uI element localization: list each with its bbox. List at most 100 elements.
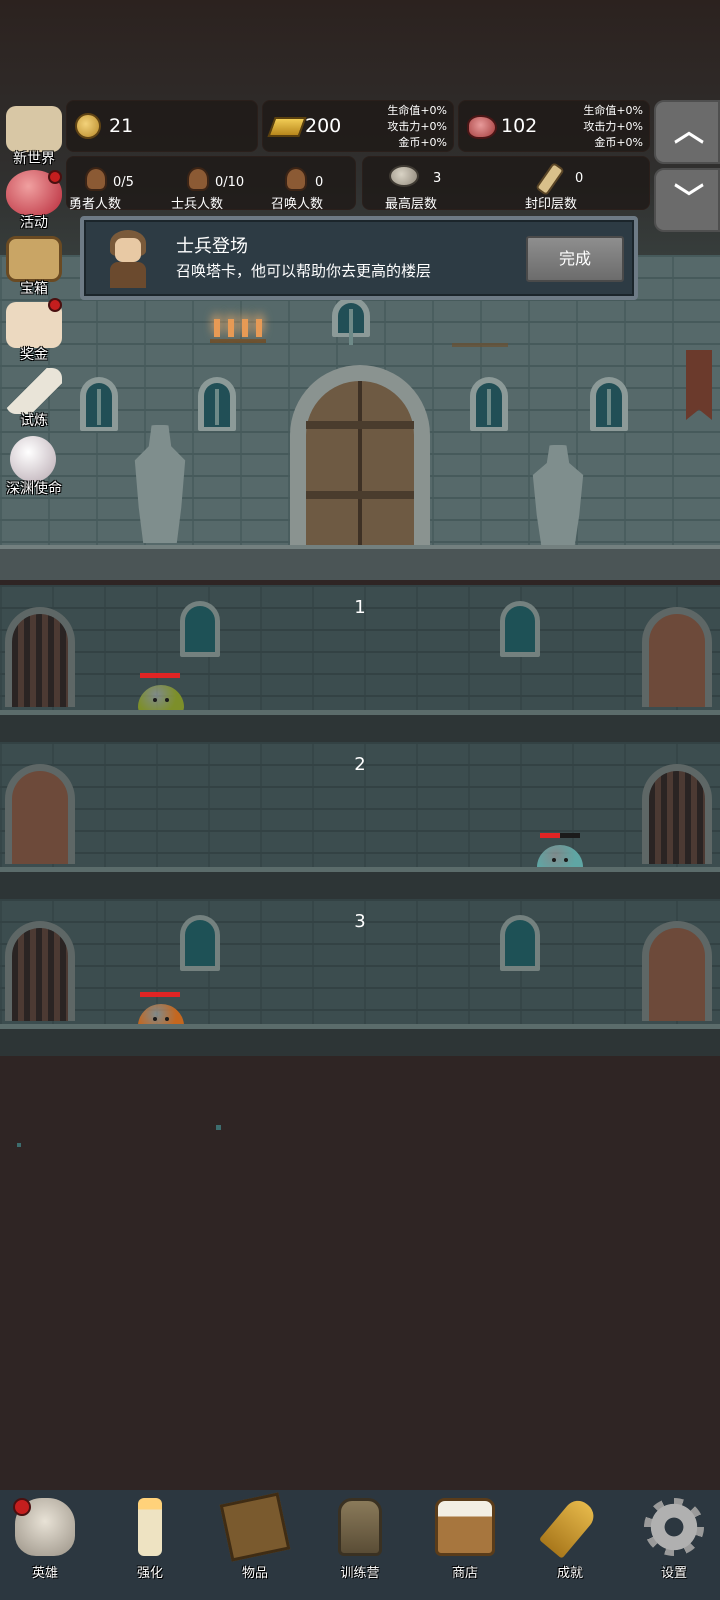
slime-hp-bar — [140, 992, 180, 997]
meat-bonus-list: 生命值+0% 攻击力+0% 金币+0% — [583, 103, 643, 151]
key-icon — [538, 1495, 600, 1559]
bonus-coin: 金币+0% — [594, 136, 643, 149]
tower-floor[interactable]: 2 — [0, 742, 720, 899]
highest-floor-label: 最高层数 — [385, 197, 438, 212]
treasure-chest-icon — [6, 236, 62, 282]
nav-enhance[interactable]: 强化 — [100, 1490, 200, 1600]
soldier-head-icon — [187, 167, 209, 191]
chevron-up-icon: ︿ — [674, 114, 704, 149]
castle-window — [198, 377, 236, 431]
castle-window — [590, 377, 628, 431]
wooden-door — [5, 764, 75, 864]
side-menu-events[interactable]: 活动 — [0, 168, 68, 232]
castle-door[interactable] — [290, 365, 430, 550]
side-menu-trial[interactable]: 试炼 — [0, 366, 68, 430]
hero-head-icon — [85, 167, 107, 191]
bonus-attack: 攻击力+0% — [583, 120, 643, 133]
lantern-icon — [338, 1498, 382, 1556]
soldier-avatar — [104, 230, 152, 288]
dust-particle — [17, 1143, 21, 1147]
quest-banner: 士兵登场 召唤塔卡，他可以帮助你去更高的楼层 完成 — [80, 216, 638, 300]
castle-window — [470, 377, 508, 431]
side-menu-bonus[interactable]: 奖金 — [0, 298, 68, 364]
nav-heroes[interactable]: 英雄 — [0, 1490, 95, 1600]
nav-label: 成就 — [556, 1566, 583, 1581]
side-menu-treasure[interactable]: 宝箱 — [0, 234, 68, 298]
pearl-icon — [10, 436, 56, 482]
feather-icon — [6, 368, 62, 414]
floor-ledge — [0, 710, 720, 742]
floor-number: 3 — [354, 911, 366, 932]
nav-label: 强化 — [136, 1566, 163, 1581]
floor-window — [500, 915, 540, 971]
bonus-hp: 生命值+0% — [387, 104, 447, 117]
sealed-floor-value: 0 — [575, 171, 584, 186]
quest-complete-button[interactable]: 完成 — [526, 236, 624, 282]
bonus-coin: 金币+0% — [398, 136, 447, 149]
slime-hp-fill — [140, 673, 180, 678]
nav-settings[interactable]: 设置 — [624, 1490, 720, 1600]
iron-gate — [642, 764, 712, 864]
scroll-icon — [535, 161, 565, 197]
quest-description: 召唤塔卡，他可以帮助你去更高的楼层 — [176, 262, 432, 280]
nav-label: 训练营 — [340, 1566, 380, 1581]
soldier-count-label: 士兵人数 — [171, 197, 224, 212]
floor-window — [180, 601, 220, 657]
nav-label: 商店 — [451, 1566, 478, 1581]
meat-count: 102 — [501, 115, 538, 137]
meat-icon — [467, 115, 497, 139]
coin-panel: 21 — [66, 100, 258, 152]
nav-label: 设置 — [660, 1566, 687, 1581]
slime-hp-bar — [140, 673, 180, 678]
summon-head-icon — [285, 167, 307, 191]
gold-bonus-list: 生命值+0% 攻击力+0% 金币+0% — [387, 103, 447, 151]
hero-count-label: 勇者人数 — [69, 197, 122, 212]
castle-floor — [0, 545, 720, 580]
rock-icon — [389, 165, 419, 187]
floor-ledge — [0, 1024, 720, 1056]
unit-stats-panel: 0/5 勇者人数 0/10 士兵人数 0 召唤人数 — [66, 156, 356, 212]
tower-floor[interactable]: 1 — [0, 585, 720, 742]
quest-title: 士兵登场 — [176, 236, 248, 257]
side-menu-abyss[interactable]: 深渊使命 — [0, 434, 68, 498]
nav-label: 英雄 — [31, 1566, 58, 1581]
tower-floor[interactable]: 3 — [0, 899, 720, 1056]
side-menu-label: 试炼 — [20, 413, 48, 429]
side-menu-label: 深渊使命 — [6, 481, 62, 497]
gold-count: 200 — [305, 115, 342, 137]
floor-number: 1 — [354, 597, 366, 618]
nav-items[interactable]: 物品 — [205, 1490, 305, 1600]
candle-icon — [138, 1498, 162, 1556]
slime-hp-fill — [140, 992, 180, 997]
bottom-navigation: 英雄 强化 物品 训练营 商店 成就 设置 — [0, 1490, 720, 1600]
book-icon — [219, 1492, 291, 1562]
knight-statue — [134, 425, 186, 543]
wall-banner — [686, 350, 712, 420]
nav-achievements[interactable]: 成就 — [520, 1490, 620, 1600]
floor-number: 2 — [354, 754, 366, 775]
scroll-up-button[interactable]: ︿ — [654, 100, 720, 164]
map-icon — [6, 106, 62, 152]
side-menu-label: 活动 — [20, 215, 48, 231]
chevron-down-icon: ﹀ — [674, 182, 704, 217]
floor-window — [500, 601, 540, 657]
floor-ledge — [0, 867, 720, 899]
castle-hall — [0, 255, 720, 580]
hero-count: 0/5 — [113, 175, 134, 190]
nav-shop[interactable]: 商店 — [415, 1490, 515, 1600]
coin-count: 21 — [109, 115, 134, 137]
chandelier — [210, 313, 266, 343]
summon-count-label: 召唤人数 — [271, 197, 324, 212]
side-menu-label: 奖金 — [20, 347, 48, 363]
side-menu-new-world[interactable]: 新世界 — [0, 104, 68, 168]
scroll-down-button[interactable]: ﹀ — [654, 168, 720, 232]
gold-bar-icon — [267, 117, 307, 137]
gear-icon — [644, 1498, 704, 1556]
slime-hp-fill — [540, 833, 560, 838]
slime-hp-bar — [540, 833, 580, 838]
beer-mug-icon — [435, 1498, 495, 1556]
summon-count: 0 — [315, 175, 324, 190]
notification-badge — [48, 170, 62, 184]
nav-training-camp[interactable]: 训练营 — [310, 1490, 410, 1600]
side-menu-label: 新世界 — [13, 151, 55, 167]
